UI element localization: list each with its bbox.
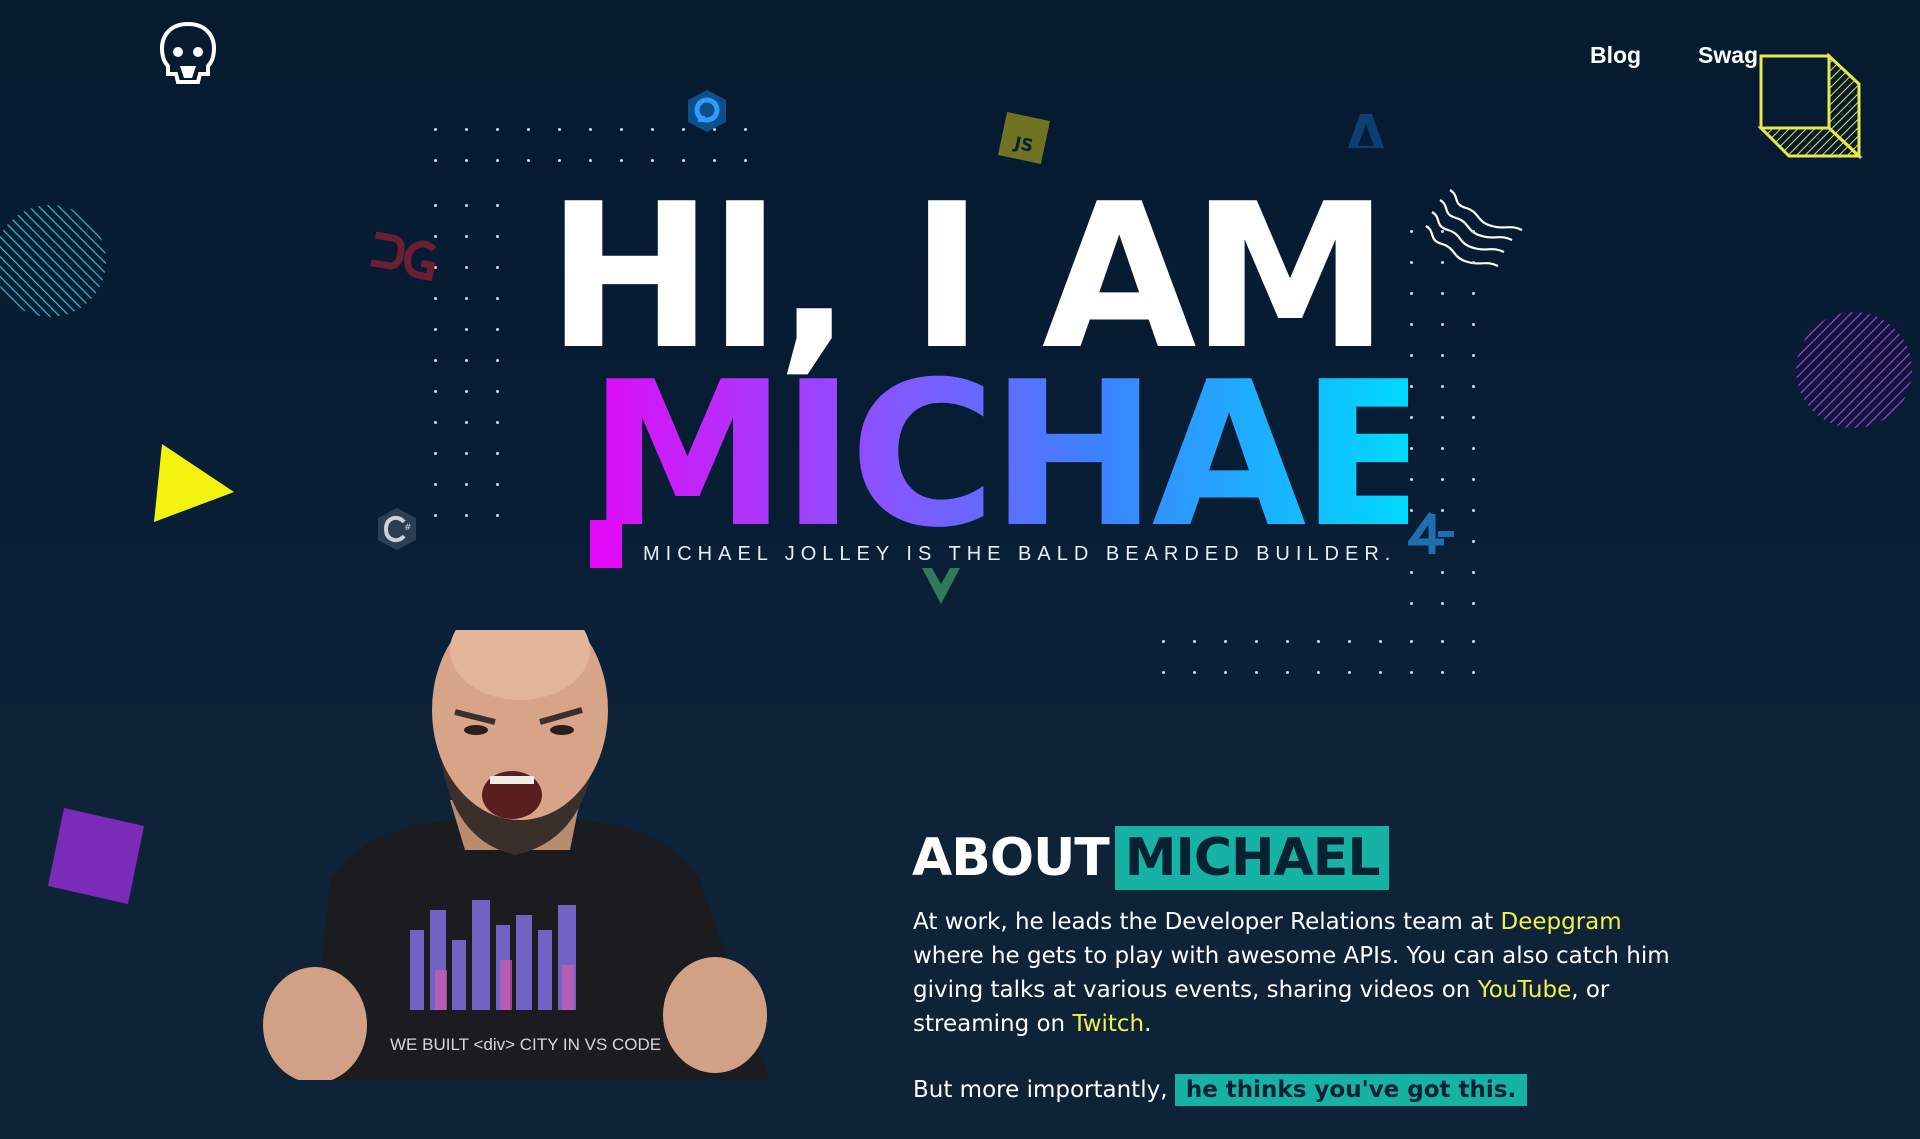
grid-dot	[1441, 671, 1444, 674]
about-body: At work, he leads the Developer Relation…	[913, 905, 1673, 1139]
svg-text:JS: JS	[1012, 133, 1035, 157]
grid-dot	[1255, 640, 1258, 643]
grid-dot	[1286, 671, 1289, 674]
grid-dot	[465, 128, 468, 131]
grid-dot	[496, 390, 499, 393]
grid-dot	[434, 159, 437, 162]
grid-dot	[1193, 640, 1196, 643]
grid-dot	[1162, 640, 1165, 643]
grid-dot	[1348, 671, 1351, 674]
youtube-link[interactable]: YouTube	[1478, 977, 1572, 1003]
grid-dot	[434, 128, 437, 131]
grid-dot	[1410, 602, 1413, 605]
square-shape	[48, 808, 144, 904]
grid-dot	[1410, 671, 1413, 674]
grid-dot	[1472, 602, 1475, 605]
grid-dot	[1224, 671, 1227, 674]
grid-dot	[496, 421, 499, 424]
nav-swag-link[interactable]: Swag	[1698, 42, 1758, 69]
grid-dot	[434, 483, 437, 486]
shirt-text: WE BUILT <div> CITY IN VS CODE	[390, 1035, 661, 1054]
grid-dot	[465, 452, 468, 455]
grid-dot	[496, 128, 499, 131]
encouragement-highlight: he thinks you've got this.	[1174, 1074, 1528, 1106]
logo-icon[interactable]	[156, 20, 220, 90]
grid-dot	[1379, 640, 1382, 643]
grid-dot	[465, 514, 468, 517]
grid-dot	[1441, 602, 1444, 605]
grid-dot	[1379, 671, 1382, 674]
grid-dot	[558, 128, 561, 131]
about-text-segment: .	[1144, 1011, 1152, 1037]
grid-dot	[1410, 640, 1413, 643]
nav-blog-link[interactable]: Blog	[1590, 42, 1641, 69]
grid-dot	[496, 514, 499, 517]
grid-dot	[434, 390, 437, 393]
grid-dot	[434, 514, 437, 517]
grid-dot	[651, 128, 654, 131]
grid-dot	[496, 159, 499, 162]
grid-dot	[527, 159, 530, 162]
triangle-shape	[154, 444, 234, 522]
grid-dot	[589, 128, 592, 131]
michael-photo: WE BUILT <div> CITY IN VS CODE	[263, 630, 770, 1080]
grid-dot	[1317, 640, 1320, 643]
twitch-link[interactable]: Twitch	[1072, 1011, 1144, 1037]
grid-dot	[434, 421, 437, 424]
grid-dot	[1317, 671, 1320, 674]
hero-section: Blog Swag JS # HI, I AM MICHAEL MICHAEL …	[0, 0, 1920, 704]
about-paragraph-1: At work, he leads the Developer Relation…	[913, 905, 1673, 1041]
digitalocean-icon	[688, 90, 726, 132]
hero-heading-name: MICHAEL	[588, 339, 1558, 572]
grid-dot	[1472, 671, 1475, 674]
grid-dot	[1193, 671, 1196, 674]
grid-dot	[1348, 640, 1351, 643]
grid-dot	[465, 390, 468, 393]
cube-shape	[1757, 52, 1863, 160]
about-text-segment: But more importantly,	[913, 1077, 1175, 1103]
about-text-segment: At work, he leads the Developer Relation…	[913, 909, 1501, 935]
grid-dot	[496, 483, 499, 486]
hero-tagline: MICHAEL JOLLEY IS THE BALD BEARDED BUILD…	[643, 543, 1397, 565]
svg-text:#: #	[404, 523, 412, 533]
grid-dot	[465, 483, 468, 486]
grid-dot	[744, 128, 747, 131]
about-paragraph-2: But more importantly, he thinks you've g…	[913, 1073, 1673, 1107]
grid-dot	[1224, 640, 1227, 643]
grid-dot	[434, 452, 437, 455]
javascript-icon: JS	[997, 111, 1051, 165]
about-heading: ABOUT MICHAEL	[912, 826, 1390, 890]
grid-dot	[1286, 640, 1289, 643]
grid-dot	[1472, 640, 1475, 643]
vue-icon	[922, 568, 960, 604]
grid-dot	[465, 159, 468, 162]
grid-dot	[620, 128, 623, 131]
azure-icon	[1348, 114, 1384, 148]
about-heading-highlight: MICHAEL	[1114, 826, 1390, 890]
grid-dot	[1162, 671, 1165, 674]
grid-dot	[1441, 640, 1444, 643]
csharp-icon: #	[378, 508, 416, 550]
name-accent-bar	[590, 520, 622, 568]
about-heading-text: ABOUT	[912, 828, 1110, 888]
deepgram-link[interactable]: Deepgram	[1501, 909, 1622, 935]
grid-dot	[1255, 671, 1258, 674]
grid-dot	[527, 128, 530, 131]
grid-dot	[465, 421, 468, 424]
grid-dot	[496, 452, 499, 455]
